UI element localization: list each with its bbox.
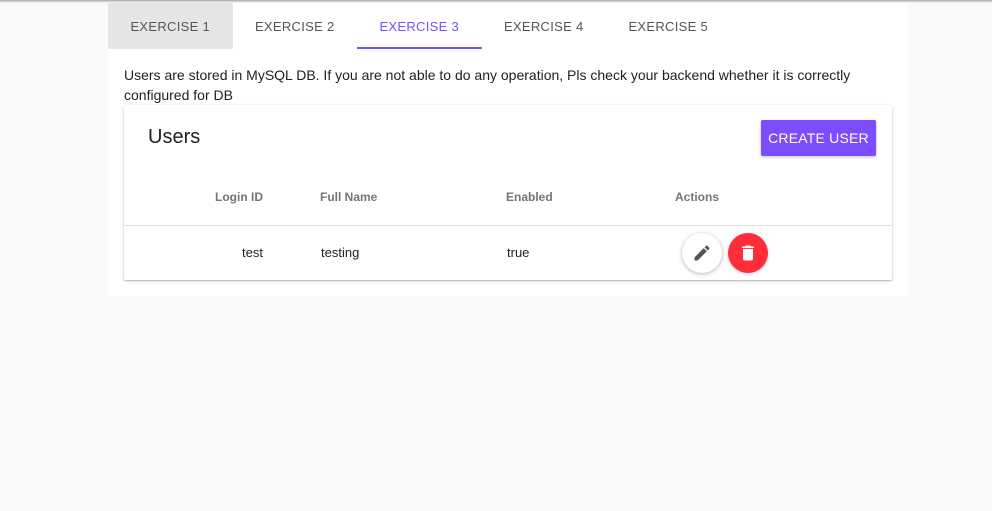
db-notice-text: Users are stored in MySQL DB. If you are… xyxy=(124,67,851,103)
edit-user-button[interactable] xyxy=(682,233,722,273)
cell-full-name: testing xyxy=(321,245,360,260)
users-card-title: Users xyxy=(148,126,201,148)
delete-user-button[interactable] xyxy=(728,233,768,273)
create-user-button[interactable]: Create User xyxy=(761,120,876,156)
tab-exercise-5[interactable]: Exercise 5 xyxy=(606,3,731,49)
column-header-actions: Actions xyxy=(675,190,720,204)
cell-enabled: true xyxy=(507,245,530,260)
header-row-divider xyxy=(124,225,892,226)
tab-exercise-1[interactable]: Exercise 1 xyxy=(108,3,233,49)
tab-exercise-2[interactable]: Exercise 2 xyxy=(233,3,358,49)
tab-exercise-4[interactable]: Exercise 4 xyxy=(482,3,607,49)
cell-login-id: test xyxy=(242,245,263,260)
trash-icon xyxy=(742,245,754,261)
column-header-full-name[interactable]: Full Name xyxy=(320,190,377,204)
tab-exercise-3[interactable]: Exercise 3 xyxy=(357,3,482,49)
exercise-panel: Exercise 1 Exercise 2 Exercise 3 Exercis… xyxy=(108,3,908,296)
exercise-tabs: Exercise 1 Exercise 2 Exercise 3 Exercis… xyxy=(108,3,731,49)
pencil-icon xyxy=(694,245,710,261)
users-card: Users Create User Login ID Full Name Ena… xyxy=(124,105,892,280)
column-header-login-id[interactable]: Login ID xyxy=(215,190,263,204)
column-header-enabled[interactable]: Enabled xyxy=(506,190,553,204)
